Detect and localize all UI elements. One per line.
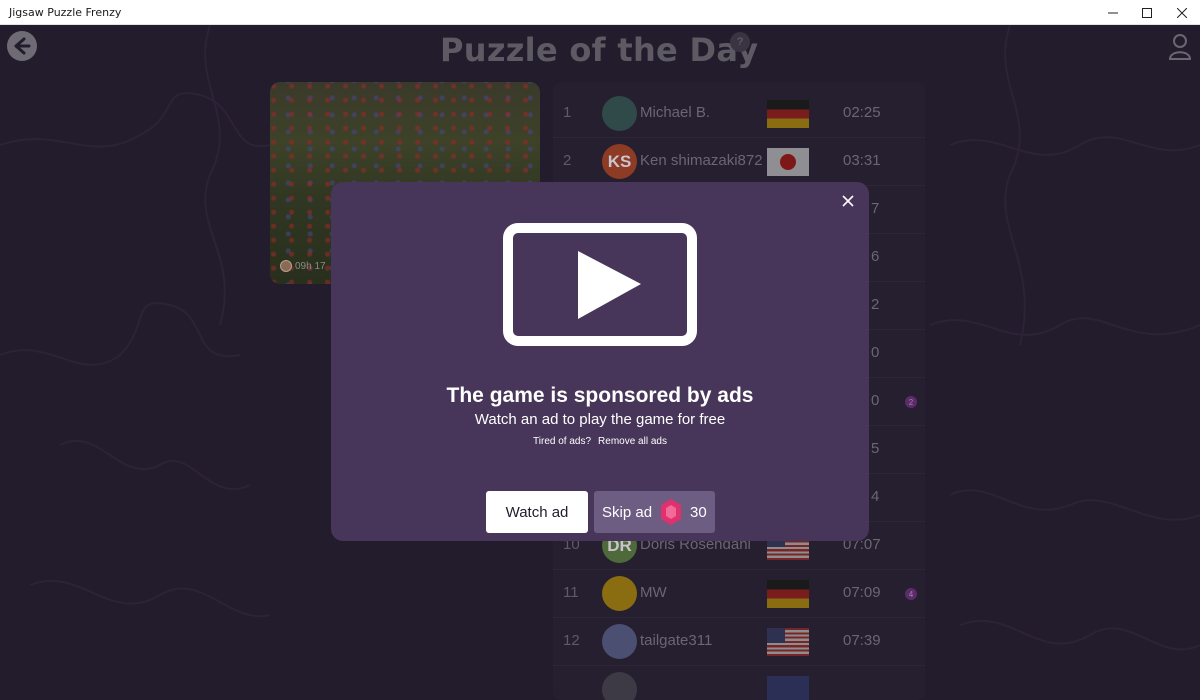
- watch-ad-button[interactable]: Watch ad: [486, 491, 588, 533]
- app-area: Puzzle of the Day ? 09h 17 1 Michael B. 02…: [0, 25, 1200, 700]
- puzzle-timer-text: 09h 17: [295, 260, 326, 272]
- dialog-close-button[interactable]: [838, 191, 858, 211]
- player-time: 03:31: [843, 152, 881, 169]
- avatar: [602, 96, 637, 131]
- player-name: Michael B.: [640, 104, 711, 121]
- minimize-button[interactable]: [1095, 0, 1131, 25]
- maximize-button[interactable]: [1129, 0, 1165, 25]
- flag-us-icon: [767, 628, 809, 656]
- player-name: MW: [640, 584, 667, 601]
- flag-de-icon: [767, 580, 809, 608]
- remove-ads-link[interactable]: Remove all ads: [598, 436, 667, 447]
- close-window-button[interactable]: [1164, 0, 1200, 25]
- player-time: 07:09: [843, 584, 881, 601]
- remove-ads-line: Tired of ads? Remove all ads: [331, 436, 869, 447]
- dialog-heading: The game is sponsored by ads: [446, 384, 754, 407]
- close-icon: [842, 195, 854, 207]
- leaderboard-row: 1 Michael B. 02:25: [553, 90, 925, 138]
- user-icon: [1168, 34, 1192, 60]
- leaderboard-rank: 1: [563, 104, 572, 121]
- leaderboard-rank: 12: [563, 632, 580, 649]
- avatar: [602, 624, 637, 659]
- player-name: tailgate311: [640, 632, 713, 649]
- page-title: Puzzle of the Day: [440, 31, 759, 69]
- puzzle-timer: 09h 17: [280, 260, 326, 272]
- flag-jp-icon: [767, 148, 809, 176]
- level-badge: 2: [905, 396, 917, 408]
- clock-icon: [280, 260, 292, 272]
- player-time: 4: [871, 488, 880, 505]
- arrow-left-icon: [14, 37, 31, 55]
- skip-ad-button[interactable]: Skip ad 30: [594, 491, 715, 533]
- player-time: 7: [871, 200, 880, 217]
- window-title: Jigsaw Puzzle Frenzy: [9, 6, 122, 19]
- player-time: 02:25: [843, 104, 881, 121]
- window-titlebar: Jigsaw Puzzle Frenzy: [0, 0, 1200, 25]
- player-time: 2: [871, 296, 880, 313]
- leaderboard-rank: 2: [563, 152, 572, 169]
- player-name: Ken shimazaki872: [640, 152, 763, 169]
- flag-gb-icon: [767, 676, 809, 700]
- player-time: 5: [871, 440, 880, 457]
- maximize-icon: [1142, 7, 1152, 18]
- ad-sponsor-dialog: The game is sponsored by ads Watch an ad…: [331, 182, 869, 541]
- player-time: 07:39: [843, 632, 881, 649]
- leaderboard-row: 12 tailgate311 07:39: [553, 618, 925, 666]
- minimize-icon: [1108, 12, 1118, 13]
- back-button[interactable]: [7, 31, 37, 61]
- player-time: 0: [871, 344, 880, 361]
- video-play-icon: [503, 223, 697, 346]
- player-time: 6: [871, 248, 880, 265]
- flag-de-icon: [767, 100, 809, 128]
- pink-gem-icon: [661, 499, 682, 525]
- level-badge: 4: [905, 588, 917, 600]
- help-button[interactable]: ?: [730, 32, 750, 52]
- dialog-subheading: Watch an ad to play the game for free: [474, 411, 726, 428]
- leaderboard-row: [553, 666, 925, 700]
- player-time: 0: [871, 392, 880, 409]
- avatar: KS: [602, 144, 637, 179]
- tired-of-ads-text: Tired of ads?: [533, 436, 592, 447]
- avatar: [602, 672, 637, 700]
- leaderboard-row: 11 MW 07:09 4: [553, 570, 925, 618]
- leaderboard-row: 2 KS Ken shimazaki872 03:31: [553, 138, 925, 186]
- profile-button[interactable]: [1168, 33, 1192, 61]
- skip-ad-cost: 30: [690, 503, 707, 521]
- close-icon: [1177, 7, 1187, 18]
- skip-ad-label: Skip ad: [602, 503, 653, 521]
- avatar: [602, 576, 637, 611]
- leaderboard-rank: 11: [563, 584, 579, 601]
